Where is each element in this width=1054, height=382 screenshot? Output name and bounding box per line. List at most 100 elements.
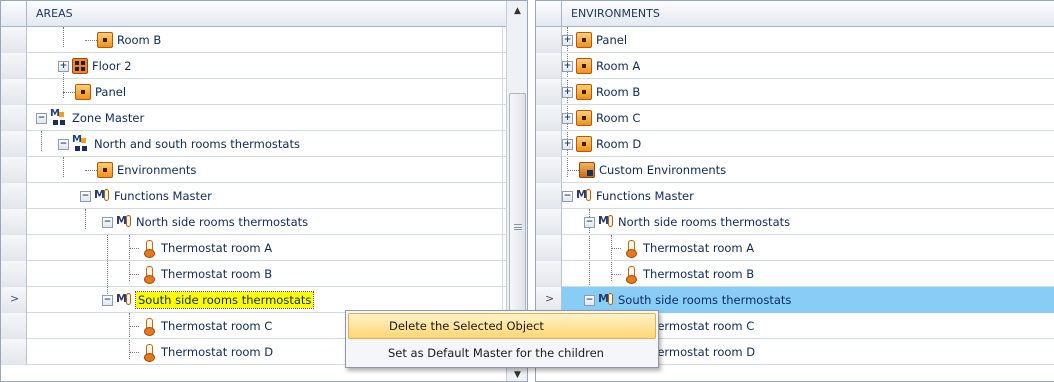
- room-icon: [576, 136, 592, 152]
- expand-icon[interactable]: +: [58, 60, 69, 72]
- tree-node-label: Functions Master: [596, 189, 694, 203]
- scroll-up-arrow-icon[interactable]: ▲: [507, 3, 527, 19]
- collapse-icon[interactable]: −: [36, 112, 47, 124]
- current-row-arrow-icon: >: [10, 292, 20, 305]
- tree-node-label: Panel: [596, 33, 628, 47]
- row-selector[interactable]: [1, 157, 27, 183]
- tree-row[interactable]: − M Functions Master: [1, 183, 527, 209]
- functions-master-icon: M: [576, 188, 592, 204]
- tree-row[interactable]: + Room C: [536, 105, 1054, 131]
- menu-item-set-default-master[interactable]: Set as Default Master for the children: [348, 341, 656, 367]
- row-selector[interactable]: [1, 209, 27, 235]
- expand-icon[interactable]: +: [562, 138, 573, 150]
- collapse-icon[interactable]: −: [102, 216, 113, 228]
- row-selector[interactable]: [536, 105, 562, 131]
- tree-node-label: Thermostat room A: [161, 241, 273, 255]
- tree-row[interactable]: − M Zone Master: [1, 105, 527, 131]
- tree-row[interactable]: − M North side rooms thermostats: [536, 209, 1054, 235]
- thermostat-icon: [623, 240, 639, 258]
- room-icon: [576, 58, 592, 74]
- custom-environments-icon: [579, 162, 595, 178]
- tree-node-label: South side rooms thermostats: [618, 293, 792, 307]
- row-selector[interactable]: [536, 27, 562, 53]
- row-selector[interactable]: [1, 53, 27, 79]
- row-selector[interactable]: [1, 183, 27, 209]
- tree-node-label: Room D: [596, 137, 642, 151]
- row-selector[interactable]: >: [1, 287, 27, 313]
- expand-icon[interactable]: +: [562, 34, 573, 46]
- expand-icon[interactable]: +: [562, 112, 573, 124]
- tree-node-label: Thermostat room B: [643, 267, 755, 281]
- row-selector[interactable]: [536, 209, 562, 235]
- floor-icon: [72, 58, 88, 74]
- row-selector[interactable]: [1, 261, 27, 287]
- tree-row[interactable]: Environments: [1, 157, 527, 183]
- tree-row[interactable]: − M North and south rooms thermostats: [1, 131, 527, 157]
- environments-header-label[interactable]: ENVIRONMENTS: [562, 1, 1054, 26]
- functions-master-icon: M: [116, 292, 132, 308]
- tree-node-label: North side rooms thermostats: [136, 215, 309, 229]
- tree-row[interactable]: Thermostat room A: [536, 235, 1054, 261]
- areas-header-label[interactable]: AREAS: [27, 1, 527, 26]
- room-icon: [576, 32, 592, 48]
- tree-row[interactable]: Room B: [1, 27, 527, 53]
- tree-row[interactable]: − M North side rooms thermostats: [1, 209, 527, 235]
- tree-row[interactable]: Thermostat room B: [1, 261, 527, 287]
- row-selector[interactable]: [536, 53, 562, 79]
- thermostat-icon: [141, 266, 157, 284]
- tree-node-label: South side rooms thermostats: [134, 291, 315, 309]
- current-row-arrow-icon: >: [545, 292, 555, 305]
- tree-row[interactable]: + Room A: [536, 53, 1054, 79]
- row-selector[interactable]: [536, 183, 562, 209]
- tree-node-label: North side rooms thermostats: [618, 215, 791, 229]
- row-selector[interactable]: [536, 261, 562, 287]
- row-selector[interactable]: [1, 313, 27, 339]
- areas-header: AREAS: [1, 1, 527, 27]
- collapse-icon[interactable]: −: [58, 138, 69, 150]
- tree-row[interactable]: + Panel: [536, 27, 1054, 53]
- collapse-icon[interactable]: −: [584, 294, 595, 306]
- tree-row[interactable]: Panel: [1, 79, 527, 105]
- thermostat-icon: [623, 266, 639, 284]
- tree-row[interactable]: + Room B: [536, 79, 1054, 105]
- room-icon: [75, 84, 91, 100]
- tree-node-label: Room B: [117, 33, 162, 47]
- menu-item-delete-selected-object[interactable]: Delete the Selected Object: [348, 313, 656, 339]
- row-selector[interactable]: [536, 235, 562, 261]
- tree-row[interactable]: + Room D: [536, 131, 1054, 157]
- row-selector[interactable]: [1, 339, 27, 365]
- tree-node-label: Room B: [596, 85, 641, 99]
- row-selector[interactable]: [1, 131, 27, 157]
- grip-icon: [514, 224, 522, 230]
- tree-row[interactable]: Thermostat room B: [536, 261, 1054, 287]
- row-selector[interactable]: [1, 79, 27, 105]
- row-selector[interactable]: [1, 105, 27, 131]
- header-selector-cell: [1, 1, 27, 26]
- tree-node-label: Environments: [117, 163, 197, 177]
- collapse-icon[interactable]: −: [584, 216, 595, 228]
- tree-node-label: Room C: [596, 111, 641, 125]
- row-selector[interactable]: [536, 79, 562, 105]
- tree-row[interactable]: + Floor 2: [1, 53, 527, 79]
- row-selector[interactable]: [1, 235, 27, 261]
- row-selector[interactable]: [536, 131, 562, 157]
- scroll-down-arrow-icon[interactable]: ▼: [507, 367, 527, 381]
- row-selector[interactable]: [536, 157, 562, 183]
- collapse-icon[interactable]: −: [562, 190, 573, 202]
- tree-node-label: Panel: [95, 85, 127, 99]
- zone-master-icon: M: [50, 108, 68, 126]
- tree-node-label: Zone Master: [72, 111, 145, 125]
- environments-header: ENVIRONMENTS: [536, 1, 1054, 27]
- tree-node-label: Thermostat room B: [161, 267, 273, 281]
- tree-node-label: Floor 2: [92, 59, 132, 73]
- row-selector[interactable]: [1, 27, 27, 53]
- tree-row[interactable]: − M Functions Master: [536, 183, 1054, 209]
- tree-node-label: Thermostat room C: [161, 319, 273, 333]
- tree-row[interactable]: Thermostat room A: [1, 235, 527, 261]
- expand-icon[interactable]: +: [562, 86, 573, 98]
- tree-node-label: Custom Environments: [599, 163, 727, 177]
- collapse-icon[interactable]: −: [102, 294, 113, 306]
- tree-row[interactable]: Custom Environments: [536, 157, 1054, 183]
- collapse-icon[interactable]: −: [80, 190, 91, 202]
- expand-icon[interactable]: +: [562, 60, 573, 72]
